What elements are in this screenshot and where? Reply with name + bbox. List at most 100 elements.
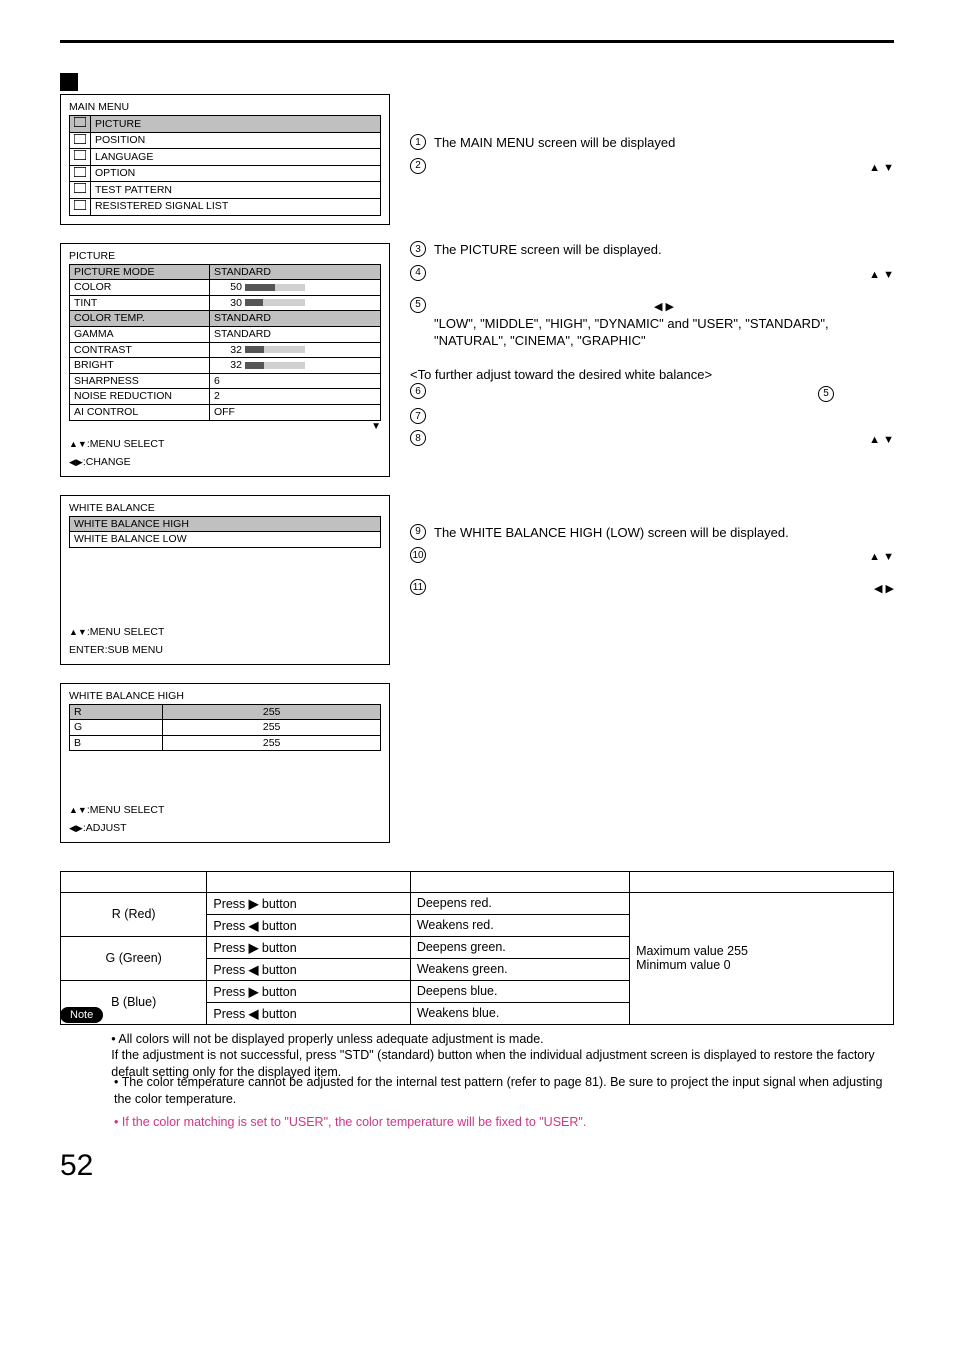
setting-value: STANDARD <box>209 326 380 342</box>
setting-label: SHARPNESS <box>70 373 210 389</box>
picture-row[interactable]: AI CONTROLOFF <box>70 404 381 420</box>
language-icon <box>70 149 91 166</box>
page-number: 52 <box>60 1149 894 1183</box>
adjust-operation: Press ▶ button <box>207 936 410 958</box>
legend-text: ENTER:SUB MENU <box>69 644 163 656</box>
setting-value: 50 <box>209 280 380 296</box>
menu-item[interactable]: POSITION <box>70 132 381 149</box>
setting-label: PICTURE MODE <box>70 264 210 280</box>
legend-text: :ADJUST <box>83 822 127 834</box>
channel-label: R <box>70 704 163 720</box>
legend-text: :MENU SELECT <box>87 804 165 816</box>
step-9: 9 <box>410 524 426 540</box>
osd-title: WHITE BALANCE HIGH <box>69 690 381 702</box>
menu-item-label: RESISTERED SIGNAL LIST <box>91 198 381 215</box>
adjust-description: Weakens green. <box>410 958 629 980</box>
picture-row[interactable]: COLOR50 <box>70 280 381 296</box>
position-icon <box>70 132 91 149</box>
step-2: 2 <box>410 158 426 174</box>
setting-label: GAMMA <box>70 326 210 342</box>
osd-picture: PICTURE PICTURE MODESTANDARDCOLOR50 TINT… <box>60 243 390 477</box>
note-badge: Note <box>60 1007 103 1023</box>
adjust-description: Deepens blue. <box>410 980 629 1002</box>
setting-label: TINT <box>70 295 210 311</box>
step-4: 4 <box>410 265 426 281</box>
legend-text: :MENU SELECT <box>87 438 165 450</box>
wbh-row[interactable]: R255 <box>70 704 381 720</box>
osd-main-menu: MAIN MENU PICTUREPOSITIONLANGUAGEOPTIONT… <box>60 94 390 225</box>
step-body: The MAIN MENU screen will be displayed <box>434 134 894 152</box>
wbh-row[interactable]: B255 <box>70 735 381 751</box>
osd-white-balance: WHITE BALANCE WHITE BALANCE HIGHWHITE BA… <box>60 495 390 665</box>
adjustment-table: R (Red)Press ▶ buttonDeepens red.Maximum… <box>60 871 894 1025</box>
picture-icon <box>70 116 91 133</box>
test-icon <box>70 182 91 199</box>
adjust-operation: Press ▶ button <box>207 892 410 914</box>
menu-item[interactable]: OPTION <box>70 165 381 182</box>
setting-value: 6 <box>209 373 380 389</box>
menu-item[interactable]: LANGUAGE <box>70 149 381 166</box>
channel-label: B <box>70 735 163 751</box>
picture-row[interactable]: COLOR TEMP.STANDARD <box>70 311 381 327</box>
setting-value: 2 <box>209 389 380 405</box>
setting-value: OFF <box>209 404 380 420</box>
step-body: The WHITE BALANCE HIGH (LOW) screen will… <box>434 524 894 542</box>
adjust-description: Deepens green. <box>410 936 629 958</box>
setting-value: STANDARD <box>209 311 380 327</box>
osd-title: MAIN MENU <box>69 101 381 113</box>
picture-row[interactable]: BRIGHT32 <box>70 358 381 374</box>
adjust-range: Maximum value 255 Minimum value 0 <box>630 892 894 1024</box>
picture-row[interactable]: CONTRAST32 <box>70 342 381 358</box>
picture-row[interactable]: GAMMASTANDARD <box>70 326 381 342</box>
channel-value: 255 <box>163 704 381 720</box>
adjust-operation: Press ◀ button <box>207 958 410 980</box>
osd-title: PICTURE <box>69 250 381 262</box>
setting-value: 32 <box>209 358 380 374</box>
channel-label: G <box>70 720 163 736</box>
square-icon <box>60 73 78 91</box>
step-options: "LOW", "MIDDLE", "HIGH", "DYNAMIC" and "… <box>434 315 894 350</box>
wb-item[interactable]: WHITE BALANCE LOW <box>70 532 381 548</box>
section-heading <box>60 73 894 94</box>
menu-item[interactable]: TEST PATTERN <box>70 182 381 199</box>
setting-label: NOISE REDUCTION <box>70 389 210 405</box>
setting-label: COLOR <box>70 280 210 296</box>
adjust-operation: Press ▶ button <box>207 980 410 1002</box>
step-body: ◀ ▶ "LOW", "MIDDLE", "HIGH", "DYNAMIC" a… <box>434 297 894 350</box>
picture-row[interactable]: NOISE REDUCTION2 <box>70 389 381 405</box>
step-6: 6 <box>410 383 426 399</box>
adjust-description: Deepens red. <box>410 892 629 914</box>
wb-item[interactable]: WHITE BALANCE HIGH <box>70 516 381 532</box>
signal-icon <box>70 198 91 215</box>
note-text: • The color temperature cannot be adjust… <box>114 1074 894 1108</box>
channel-value: 255 <box>163 735 381 751</box>
adjust-operation: Press ◀ button <box>207 914 410 936</box>
step-5: 5 <box>410 297 426 313</box>
wbh-row[interactable]: G255 <box>70 720 381 736</box>
menu-item[interactable]: PICTURE <box>70 116 381 133</box>
picture-row[interactable]: TINT30 <box>70 295 381 311</box>
menu-item[interactable]: RESISTERED SIGNAL LIST <box>70 198 381 215</box>
step-10: 10 <box>410 547 426 563</box>
step-body: The PICTURE screen will be displayed. <box>434 241 894 259</box>
adjust-item: G (Green) <box>61 936 207 980</box>
step-body: ▲ ▼ <box>434 265 894 283</box>
note-text-pink: • If the color matching is set to "USER"… <box>114 1114 586 1131</box>
picture-row[interactable]: SHARPNESS6 <box>70 373 381 389</box>
sub-adjust-header: <To further adjust toward the desired wh… <box>410 366 894 384</box>
step-body: ▲ ▼ <box>434 158 894 176</box>
table-row: R (Red)Press ▶ buttonDeepens red.Maximum… <box>61 892 894 914</box>
picture-row[interactable]: PICTURE MODESTANDARD <box>70 264 381 280</box>
setting-value: STANDARD <box>209 264 380 280</box>
step-11: 11 <box>410 579 426 595</box>
menu-item-label: POSITION <box>91 132 381 149</box>
osd-title: WHITE BALANCE <box>69 502 381 514</box>
wb-item-label: WHITE BALANCE LOW <box>70 532 381 548</box>
setting-label: CONTRAST <box>70 342 210 358</box>
menu-item-label: TEST PATTERN <box>91 182 381 199</box>
menu-item-label: LANGUAGE <box>91 149 381 166</box>
adjust-description: Weakens red. <box>410 914 629 936</box>
step-7: 7 <box>410 408 426 424</box>
osd-white-balance-high: WHITE BALANCE HIGH R255G255B255 ▲▼:MENU … <box>60 683 390 843</box>
legend-text: :MENU SELECT <box>87 626 165 638</box>
